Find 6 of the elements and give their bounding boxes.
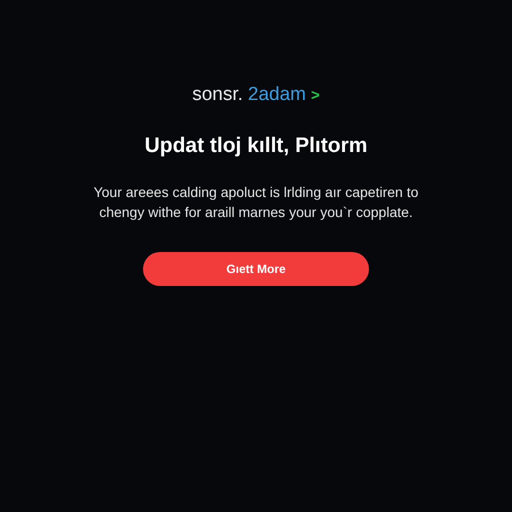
description: Your areees calding apoluct is lrlding aır capetiren to chengy withe for araill marnes your you`r copplate. (92, 183, 420, 222)
brand-name: 2adam (248, 84, 306, 106)
headline: Updat tloj kıllt, Plıtorm (144, 134, 368, 158)
brand-prefix: sonsr. (192, 84, 243, 106)
brand-arrow: > (311, 87, 320, 104)
get-more-button[interactable]: Gıett More (143, 252, 369, 286)
